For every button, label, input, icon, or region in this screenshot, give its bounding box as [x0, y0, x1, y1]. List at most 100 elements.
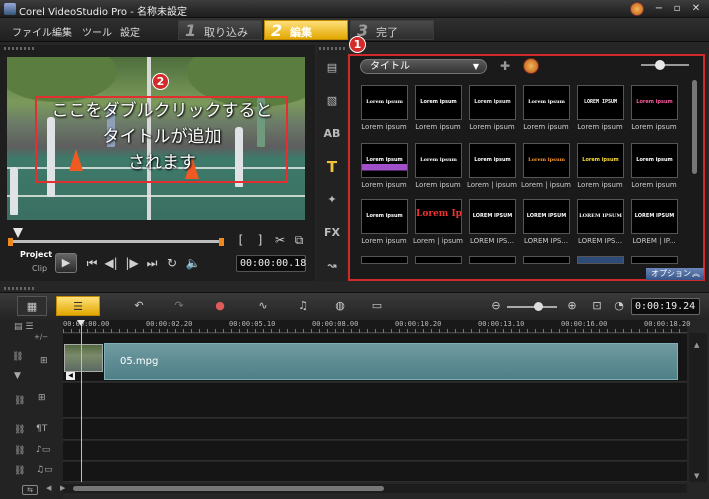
- redo-icon[interactable]: ↷: [164, 296, 194, 316]
- mark-in-button[interactable]: [: [233, 233, 249, 247]
- sound-mixer-icon[interactable]: ∿: [248, 296, 278, 316]
- music-track-icon[interactable]: ♫▭: [36, 465, 53, 475]
- lock-icon[interactable]: ⛓: [14, 446, 25, 456]
- transition-icon[interactable]: ▧: [322, 93, 342, 109]
- split-clip-icon[interactable]: ✂: [272, 233, 288, 247]
- filter-icon[interactable]: FX: [322, 225, 342, 241]
- instant-project-icon[interactable]: AB: [322, 126, 342, 142]
- slider-handle[interactable]: [534, 302, 543, 311]
- scrubber-handle[interactable]: [13, 228, 23, 238]
- title-thumbnail-partial[interactable]: [415, 256, 462, 264]
- title-thumbnail[interactable]: LOREM IPSUM: [631, 199, 678, 234]
- scrollbar-thumb[interactable]: [73, 486, 384, 491]
- playhead-handle[interactable]: [77, 320, 85, 326]
- storyboard-view-button[interactable]: ▦: [17, 296, 47, 316]
- trim-start-marker[interactable]: [8, 238, 13, 246]
- title-thumbnail[interactable]: Lorem ipsum: [361, 199, 408, 234]
- panel-grip[interactable]: [319, 47, 345, 50]
- video-clip[interactable]: [104, 343, 678, 380]
- clip-mode-label[interactable]: Clip: [32, 264, 47, 273]
- title-thumbnail[interactable]: Lorem ipsum: [361, 85, 408, 120]
- scroll-left-icon[interactable]: ◀: [46, 484, 51, 492]
- close-button[interactable]: ✕: [689, 3, 703, 15]
- title-thumbnail[interactable]: Lorem ipsum: [631, 143, 678, 178]
- preview-timecode[interactable]: 00:00:00.18: [236, 255, 306, 272]
- timeline-vertical-scrollbar[interactable]: ▲ ▼: [689, 333, 707, 482]
- motion-tracking-icon[interactable]: ◍: [325, 296, 355, 316]
- home-icon[interactable]: ⏮: [84, 256, 100, 271]
- lock-icon[interactable]: ⛓: [14, 466, 25, 476]
- title-thumbnail[interactable]: Lorem ipsum: [469, 143, 516, 178]
- overlay-track-icon[interactable]: ⊞: [38, 393, 46, 403]
- slider-handle[interactable]: [655, 60, 665, 70]
- title-icon[interactable]: T: [322, 159, 342, 175]
- music-track[interactable]: [63, 462, 687, 482]
- title-thumbnail-partial[interactable]: [361, 256, 408, 264]
- end-icon[interactable]: ⏭: [144, 256, 160, 271]
- title-thumbnail[interactable]: Lorem ipsum: [415, 85, 462, 120]
- menu-file[interactable]: ファイル: [12, 24, 52, 39]
- record-capture-icon[interactable]: ●: [205, 296, 235, 316]
- panel-grip[interactable]: [4, 287, 34, 290]
- minimize-button[interactable]: −: [652, 3, 666, 15]
- title-thumbnail-partial[interactable]: [631, 256, 678, 264]
- menu-edit[interactable]: 編集: [52, 24, 72, 39]
- title-thumbnail-partial[interactable]: [577, 256, 624, 264]
- lock-icon[interactable]: ⛓: [14, 396, 25, 406]
- ripple-edit-icon[interactable]: ⛓: [12, 352, 23, 362]
- title-track[interactable]: [63, 419, 687, 440]
- graphic-icon[interactable]: ✦: [322, 192, 342, 208]
- thumbnail-size-slider[interactable]: [641, 64, 689, 66]
- undo-icon[interactable]: ↶: [124, 296, 154, 316]
- path-icon[interactable]: ↝: [322, 258, 342, 274]
- voice-track[interactable]: [63, 441, 687, 461]
- step-capture-tab[interactable]: 1 取り込み: [178, 20, 262, 40]
- add-chapter-icon[interactable]: +∕−: [34, 333, 48, 341]
- library-category-dropdown[interactable]: タイトル ▼: [360, 59, 487, 74]
- title-thumbnail[interactable]: Lorem ipsum: [577, 143, 624, 178]
- project-mode-label[interactable]: Project: [20, 250, 52, 259]
- trim-end-marker[interactable]: [219, 238, 224, 246]
- scroll-right-icon[interactable]: ▶: [60, 484, 65, 492]
- next-frame-icon[interactable]: |▶: [124, 256, 140, 270]
- overlay-track[interactable]: [63, 383, 687, 418]
- title-thumbnail-partial[interactable]: [469, 256, 516, 264]
- title-thumbnail[interactable]: Lorem ipsum: [361, 143, 408, 178]
- lock-icon[interactable]: ⛓: [14, 425, 25, 435]
- menu-settings[interactable]: 設定: [120, 24, 140, 39]
- title-thumbnail[interactable]: Lorem ipsum: [469, 85, 516, 120]
- scrub-bar[interactable]: [13, 240, 223, 243]
- title-thumbnail[interactable]: Lorem ipsum: [523, 85, 570, 120]
- title-thumbnail-partial[interactable]: [523, 256, 570, 264]
- subtitle-editor-icon[interactable]: ▭: [362, 296, 392, 316]
- scroll-mode-icon[interactable]: ⇆: [22, 485, 38, 495]
- project-duration-icon[interactable]: ◔: [604, 296, 634, 316]
- volume-icon[interactable]: 🔈: [185, 256, 201, 270]
- repeat-icon[interactable]: ↻: [164, 256, 180, 270]
- add-to-favorites-icon[interactable]: ✚: [497, 59, 513, 74]
- title-thumbnail[interactable]: LOREM IPSUM: [523, 199, 570, 234]
- title-thumbnail[interactable]: Lorem ipsum: [415, 143, 462, 178]
- previous-frame-icon[interactable]: ◀|: [103, 256, 119, 270]
- title-thumbnail[interactable]: Lorem ipsum: [523, 143, 570, 178]
- track-manager-icon[interactable]: ▤ ☰: [14, 322, 33, 332]
- panel-grip[interactable]: [4, 47, 34, 50]
- menu-tools[interactable]: ツール: [82, 24, 112, 39]
- online-content-icon[interactable]: [523, 58, 539, 74]
- title-thumbnail[interactable]: LOREM IPSUM: [469, 199, 516, 234]
- library-scrollbar[interactable]: [692, 80, 697, 174]
- title-track-icon[interactable]: ¶T: [36, 424, 47, 434]
- enlarge-preview-icon[interactable]: ⧉: [291, 233, 307, 248]
- globe-icon[interactable]: [630, 2, 644, 16]
- title-thumbnail[interactable]: Lorem Ipsum: [415, 199, 462, 234]
- video-track-icon[interactable]: ⊞: [40, 356, 48, 366]
- mark-out-button[interactable]: ]: [252, 233, 268, 247]
- step-edit-tab[interactable]: 2 編集: [264, 20, 348, 40]
- title-thumbnail[interactable]: LOREM IPSUM: [577, 85, 624, 120]
- auto-music-icon[interactable]: ♫: [288, 296, 318, 316]
- voice-track-icon[interactable]: ♪▭: [36, 445, 50, 455]
- play-button[interactable]: ▶: [55, 253, 77, 273]
- title-thumbnail[interactable]: LOREM IPSUM: [577, 199, 624, 234]
- timeline-zoom-slider[interactable]: [507, 306, 557, 308]
- options-button[interactable]: オプション ︽: [646, 268, 704, 280]
